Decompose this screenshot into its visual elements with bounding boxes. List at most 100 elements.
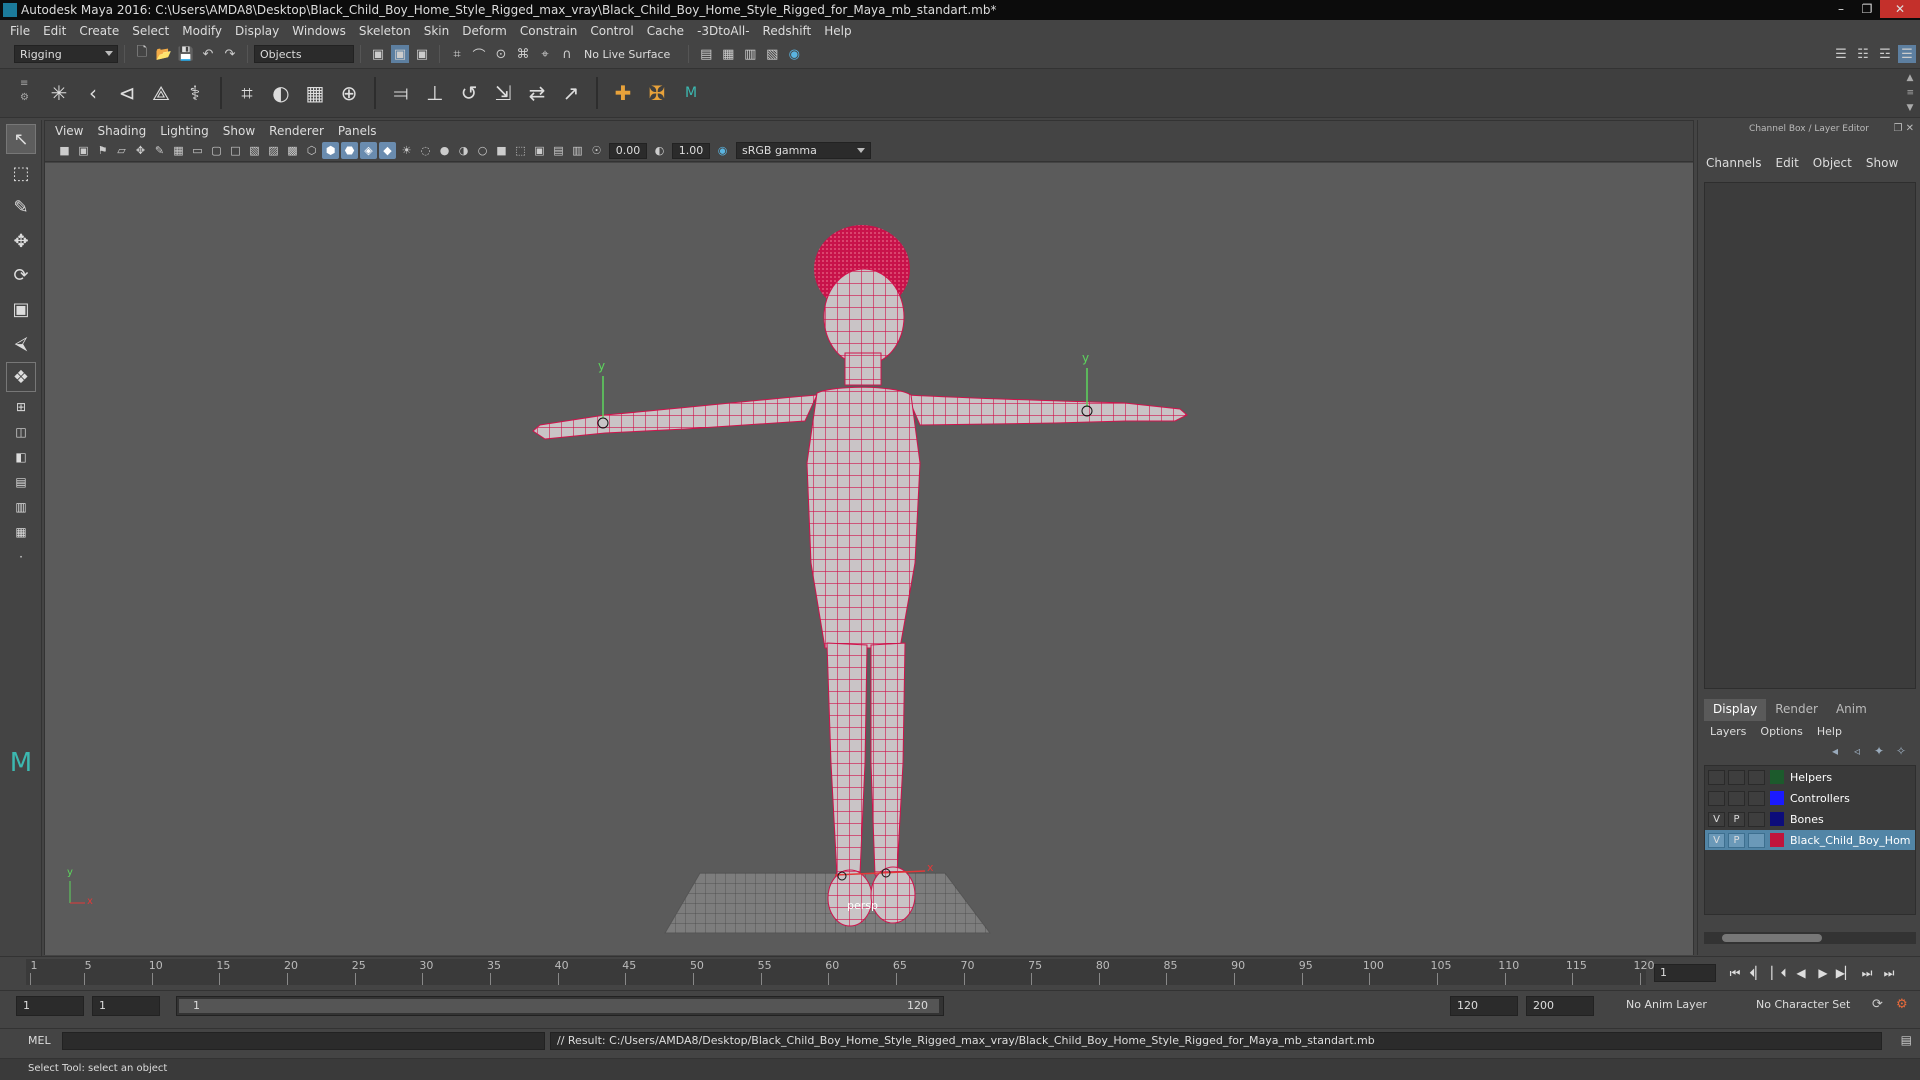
layer-list-scrollbar[interactable] (1704, 932, 1916, 944)
camera-attributes-icon[interactable]: ▣ (75, 142, 92, 159)
layer-playback-toggle[interactable] (1728, 769, 1745, 785)
gamma-field[interactable]: 1.00 (672, 142, 710, 159)
ipr-render-icon[interactable]: ▥ (741, 45, 759, 63)
panel-menu-renderer[interactable]: Renderer (269, 124, 324, 138)
menu-constrain[interactable]: Constrain (520, 24, 578, 38)
maximize-button[interactable]: ❐ (1854, 0, 1880, 18)
layer-display-type-toggle[interactable] (1748, 811, 1765, 827)
layer-playback-toggle[interactable]: P (1728, 811, 1745, 827)
step-forward-frame-icon[interactable]: ⏭ (1856, 964, 1878, 982)
animation-end-field[interactable]: 200 (1526, 996, 1594, 1016)
playback-start-field[interactable]: 1 (92, 996, 160, 1016)
layer-playback-toggle[interactable]: P (1728, 832, 1745, 848)
insert-joint-icon[interactable]: ‹ (78, 78, 108, 108)
go-to-end-icon[interactable]: ⏭ (1878, 964, 1900, 982)
snap-curve-icon[interactable]: ⌒ (470, 45, 488, 64)
gate-mask-icon[interactable]: □ (227, 142, 244, 159)
select-object-icon[interactable]: ▣ (391, 45, 409, 63)
layer-color-swatch[interactable] (1770, 791, 1784, 805)
character-set-dropdown[interactable]: No Character Set (1750, 996, 1868, 1016)
xray-icon[interactable]: ⬚ (512, 142, 529, 159)
panel-menu-view[interactable]: View (55, 124, 83, 138)
current-frame-field[interactable]: 1 (1654, 964, 1716, 982)
scrollbar-thumb[interactable] (1722, 934, 1822, 942)
render-view-icon[interactable]: ▤ (697, 45, 715, 63)
cluster-icon[interactable]: ⊕ (334, 78, 364, 108)
menu-modify[interactable]: Modify (182, 24, 222, 38)
menuset-dropdown[interactable]: Rigging (14, 45, 118, 63)
mirror-joint-icon[interactable]: ⊲ (112, 78, 142, 108)
image-plane-icon[interactable]: ▱ (113, 142, 130, 159)
point-constraint-icon[interactable]: ⊥ (420, 78, 450, 108)
menu-skeleton[interactable]: Skeleton (359, 24, 411, 38)
soft-select-icon[interactable]: ❖ (6, 362, 36, 392)
step-back-frame-icon[interactable]: ⏴▏ (1746, 964, 1768, 982)
play-forwards-icon[interactable]: ▶ (1812, 964, 1834, 982)
save-scene-icon[interactable]: 💾 (177, 45, 195, 63)
paint-select-icon[interactable]: ✎ (6, 192, 36, 222)
grease-pencil-icon[interactable]: ✎ (151, 142, 168, 159)
bookmark-icon[interactable]: ⚑ (94, 142, 111, 159)
open-scene-icon[interactable]: 📂 (155, 45, 173, 63)
bind-skin-icon[interactable]: ⌗ (232, 78, 262, 108)
snap-magnet-icon[interactable]: ∩ (558, 45, 576, 63)
panel-menu-panels[interactable]: Panels (338, 124, 377, 138)
layer-display-type-toggle[interactable] (1748, 832, 1765, 848)
snap-view-plane-icon[interactable]: ⌘ (514, 45, 532, 63)
panel-menu-shading[interactable]: Shading (97, 124, 146, 138)
last-tool-icon[interactable]: ⮘ (6, 328, 36, 358)
menu-windows[interactable]: Windows (292, 24, 346, 38)
modeling-toolkit-icon[interactable]: ☰ (1832, 45, 1850, 63)
menu-create[interactable]: Create (79, 24, 119, 38)
layout-outliner-icon[interactable]: ▥ (6, 496, 36, 518)
tab-render[interactable]: Render (1766, 699, 1827, 721)
isolate-select-icon[interactable]: ■ (493, 142, 510, 159)
xray-active-icon[interactable]: ▤ (550, 142, 567, 159)
script-editor-icon[interactable]: ▤ (1901, 1033, 1912, 1047)
smooth-shade-icon[interactable]: ⬢ (322, 142, 339, 159)
rotate-tool-icon[interactable]: ⟳ (6, 260, 36, 290)
wireframe-on-shaded-icon[interactable]: ⬣ (341, 142, 358, 159)
layout-four-view-icon[interactable]: ⊞ (6, 396, 36, 418)
layout-more-icon[interactable]: · (6, 546, 36, 568)
command-input[interactable] (62, 1032, 545, 1050)
layer-visibility-toggle[interactable] (1708, 790, 1725, 806)
tab-display[interactable]: Display (1704, 699, 1767, 721)
move-layer-up-icon[interactable]: ◂ (1824, 744, 1846, 758)
layout-side-by-side-icon[interactable]: ◫ (6, 421, 36, 443)
safe-title-icon[interactable]: ▩ (284, 142, 301, 159)
range-slider-fill[interactable] (179, 999, 939, 1013)
motion-blur-icon[interactable]: ● (436, 142, 453, 159)
menu-skin[interactable]: Skin (424, 24, 450, 38)
resolution-gate-icon[interactable]: ▢ (208, 142, 225, 159)
anim-layer-dropdown[interactable]: No Anim Layer (1620, 996, 1738, 1016)
edit-menu[interactable]: Edit (1776, 156, 1799, 170)
layer-row[interactable]: V P Bones (1705, 809, 1915, 829)
parent-constraint-icon[interactable]: ⫤ (386, 78, 416, 108)
attribute-editor-icon[interactable]: ☷ (1854, 45, 1872, 63)
panel-menu-show[interactable]: Show (223, 124, 255, 138)
layer-row[interactable]: Helpers (1705, 767, 1915, 787)
lattice-icon[interactable]: ▦ (300, 78, 330, 108)
menu-redshift[interactable]: Redshift (763, 24, 812, 38)
layer-display-type-toggle[interactable] (1748, 769, 1765, 785)
field-chart-icon[interactable]: ▧ (246, 142, 263, 159)
maya-logo-shelf-icon[interactable]: M (676, 78, 706, 108)
menu-help[interactable]: Help (824, 24, 851, 38)
layer-color-swatch[interactable] (1770, 812, 1784, 826)
range-slider[interactable]: 1 120 (176, 996, 944, 1016)
film-gate-icon[interactable]: ▭ (189, 142, 206, 159)
select-camera-icon[interactable]: ■ (56, 142, 73, 159)
snap-grid-icon[interactable]: ⌗ (448, 45, 466, 63)
step-forward-key-icon[interactable]: ▶▏ (1834, 964, 1856, 982)
menu-control[interactable]: Control (590, 24, 633, 38)
hypershade-icon[interactable]: ◉ (785, 45, 803, 63)
menu-file[interactable]: File (10, 24, 30, 38)
gamma-icon[interactable]: ◐ (651, 142, 668, 159)
layer-row[interactable]: Controllers (1705, 788, 1915, 808)
color-management-icon[interactable]: ◉ (714, 142, 731, 159)
locator-icon[interactable]: ✚ (608, 78, 638, 108)
exposure-field[interactable]: 0.00 (609, 142, 647, 159)
exposure-icon[interactable]: ☉ (588, 142, 605, 159)
go-to-start-icon[interactable]: ⏮ (1724, 964, 1746, 982)
